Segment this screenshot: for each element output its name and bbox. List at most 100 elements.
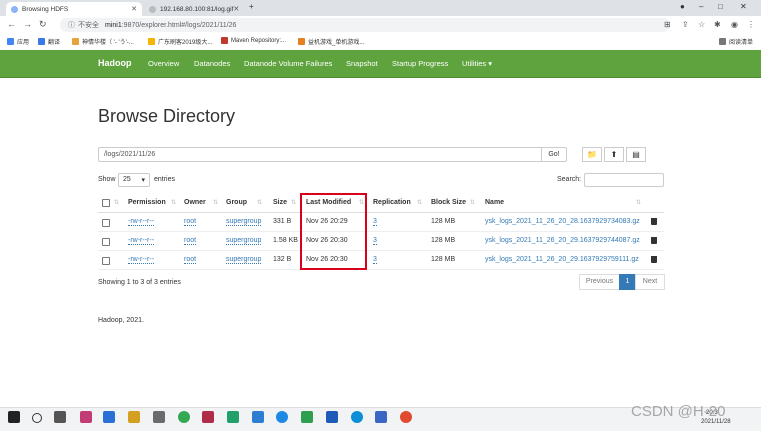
trash-icon[interactable]: [651, 237, 657, 244]
sort-icon[interactable]: ⇅: [291, 199, 296, 206]
app-icon[interactable]: [301, 411, 313, 423]
pagination-previous[interactable]: Previous: [579, 274, 620, 290]
word-icon[interactable]: [326, 411, 338, 423]
nav-overview[interactable]: Overview: [148, 59, 179, 68]
bookmark-star-icon[interactable]: ☆: [698, 20, 705, 29]
nav-utilities[interactable]: Utilities ▾: [462, 59, 492, 68]
search-input[interactable]: [584, 173, 664, 187]
bookmark-item[interactable]: 神情华楼（ '- 'う'-...: [72, 37, 134, 46]
account-icon[interactable]: ◉: [731, 20, 738, 29]
hadoop-favicon-icon: [11, 5, 18, 13]
new-tab-button[interactable]: +: [249, 2, 254, 11]
app-icon[interactable]: [252, 411, 264, 423]
close-window-button[interactable]: ✕: [740, 2, 747, 11]
col-permission[interactable]: Permission: [128, 199, 166, 206]
row-owner[interactable]: root: [184, 256, 197, 264]
sort-icon[interactable]: ⇅: [470, 199, 475, 206]
file-explorer-icon[interactable]: [128, 411, 140, 423]
app-icon[interactable]: [153, 411, 165, 423]
task-view-icon[interactable]: [54, 411, 66, 423]
col-block-size[interactable]: Block Size: [431, 199, 466, 206]
col-replication[interactable]: Replication: [373, 199, 411, 206]
nav-snapshot[interactable]: Snapshot: [346, 59, 378, 68]
tab-browsing-hdfs[interactable]: Browsing HDFS ✕: [6, 2, 142, 16]
upload-button[interactable]: ⬆: [604, 147, 624, 162]
sort-icon[interactable]: ⇅: [171, 199, 176, 206]
sort-icon[interactable]: ⇅: [636, 199, 641, 206]
row-permission[interactable]: -rw-r--r--: [128, 256, 155, 264]
row-file-name[interactable]: ysk_logs_2021_11_26_20_28.1637929734083.…: [485, 218, 640, 225]
sort-icon[interactable]: ⇅: [257, 199, 262, 206]
close-tab-icon[interactable]: ✕: [233, 5, 239, 13]
sort-icon[interactable]: ⇅: [213, 199, 218, 206]
entries-select[interactable]: 25 ▾: [118, 173, 150, 187]
bookmark-translate[interactable]: 翻译: [38, 37, 60, 46]
row-file-name[interactable]: ysk_logs_2021_11_26_20_29.1637929744087.…: [485, 237, 640, 244]
app-icon[interactable]: [80, 411, 92, 423]
nav-volume-failures[interactable]: Datanode Volume Failures: [244, 59, 332, 68]
row-owner[interactable]: root: [184, 218, 197, 226]
row-replication[interactable]: 3: [373, 237, 377, 245]
col-name[interactable]: Name: [485, 199, 504, 206]
reload-icon[interactable]: ↻: [39, 19, 47, 30]
row-checkbox[interactable]: [102, 219, 110, 227]
tab-log-gif[interactable]: 192.168.80.100:81/log.gif ✕: [144, 2, 244, 16]
translate-icon[interactable]: ⊞: [664, 20, 671, 29]
share-icon[interactable]: ⇪: [682, 20, 689, 29]
col-owner[interactable]: Owner: [184, 199, 206, 206]
cut-paste-button[interactable]: ▤: [626, 147, 646, 162]
menu-icon[interactable]: ⋮: [747, 20, 755, 29]
trash-icon[interactable]: [651, 256, 657, 263]
app-icon[interactable]: [400, 411, 412, 423]
chrome-icon[interactable]: [178, 411, 190, 423]
row-owner[interactable]: root: [184, 237, 197, 245]
search-icon[interactable]: [32, 413, 42, 423]
bookmark-item[interactable]: 益机游戏_单机游戏...: [298, 37, 364, 46]
profile-icon[interactable]: ●: [680, 2, 685, 11]
pagination-next[interactable]: Next: [635, 274, 665, 290]
nav-startup-progress[interactable]: Startup Progress: [392, 59, 448, 68]
directory-path-input[interactable]: /logs/2021/11/26: [98, 147, 542, 162]
create-directory-button[interactable]: 📁: [582, 147, 602, 162]
row-group[interactable]: supergroup: [226, 256, 262, 264]
reading-list[interactable]: 阅读清单: [719, 37, 753, 46]
forward-icon[interactable]: →: [23, 19, 32, 29]
app-icon[interactable]: [375, 411, 387, 423]
row-replication[interactable]: 3: [373, 256, 377, 264]
go-button[interactable]: Go!: [541, 147, 567, 162]
row-permission[interactable]: -rw-r--r--: [128, 237, 155, 245]
col-size[interactable]: Size: [273, 199, 287, 206]
close-tab-icon[interactable]: ✕: [131, 5, 137, 13]
bookmark-item[interactable]: 广东刷客2019级大...: [148, 37, 212, 46]
bookmark-apps[interactable]: 应用: [7, 37, 29, 46]
edge-icon[interactable]: [351, 411, 363, 423]
trash-icon[interactable]: [651, 218, 657, 225]
row-group[interactable]: supergroup: [226, 237, 262, 245]
address-bar[interactable]: ⓘ 不安全 mini1:9870/explorer.html#/logs/202…: [60, 18, 670, 32]
mail-icon[interactable]: [103, 411, 115, 423]
row-checkbox[interactable]: [102, 238, 110, 246]
row-block-size: 128 MB: [431, 218, 456, 225]
row-checkbox[interactable]: [102, 257, 110, 265]
back-icon[interactable]: ←: [7, 19, 16, 29]
nav-datanodes[interactable]: Datanodes: [194, 59, 230, 68]
minimize-button[interactable]: –: [699, 2, 703, 11]
app-icon[interactable]: [276, 411, 288, 423]
maximize-button[interactable]: □: [718, 2, 723, 11]
intellij-icon[interactable]: [202, 411, 214, 423]
navbar-brand[interactable]: Hadoop: [98, 58, 132, 68]
row-replication[interactable]: 3: [373, 218, 377, 226]
row-file-name[interactable]: ysk_logs_2021_11_26_20_29.1637929759111.…: [485, 256, 639, 263]
select-all-checkbox[interactable]: [102, 199, 110, 207]
sort-icon[interactable]: ⇅: [114, 199, 119, 206]
row-group[interactable]: supergroup: [226, 218, 262, 226]
bookmark-maven[interactable]: Maven Repository:...: [221, 37, 286, 44]
pagination-page-1[interactable]: 1: [619, 274, 636, 290]
row-permission[interactable]: -rw-r--r--: [128, 218, 155, 226]
sort-icon[interactable]: ⇅: [417, 199, 422, 206]
start-icon[interactable]: [8, 411, 20, 423]
col-group[interactable]: Group: [226, 199, 247, 206]
info-icon: ⓘ: [68, 22, 75, 29]
wechat-icon[interactable]: [227, 411, 239, 423]
extensions-icon[interactable]: ✱: [714, 20, 721, 29]
